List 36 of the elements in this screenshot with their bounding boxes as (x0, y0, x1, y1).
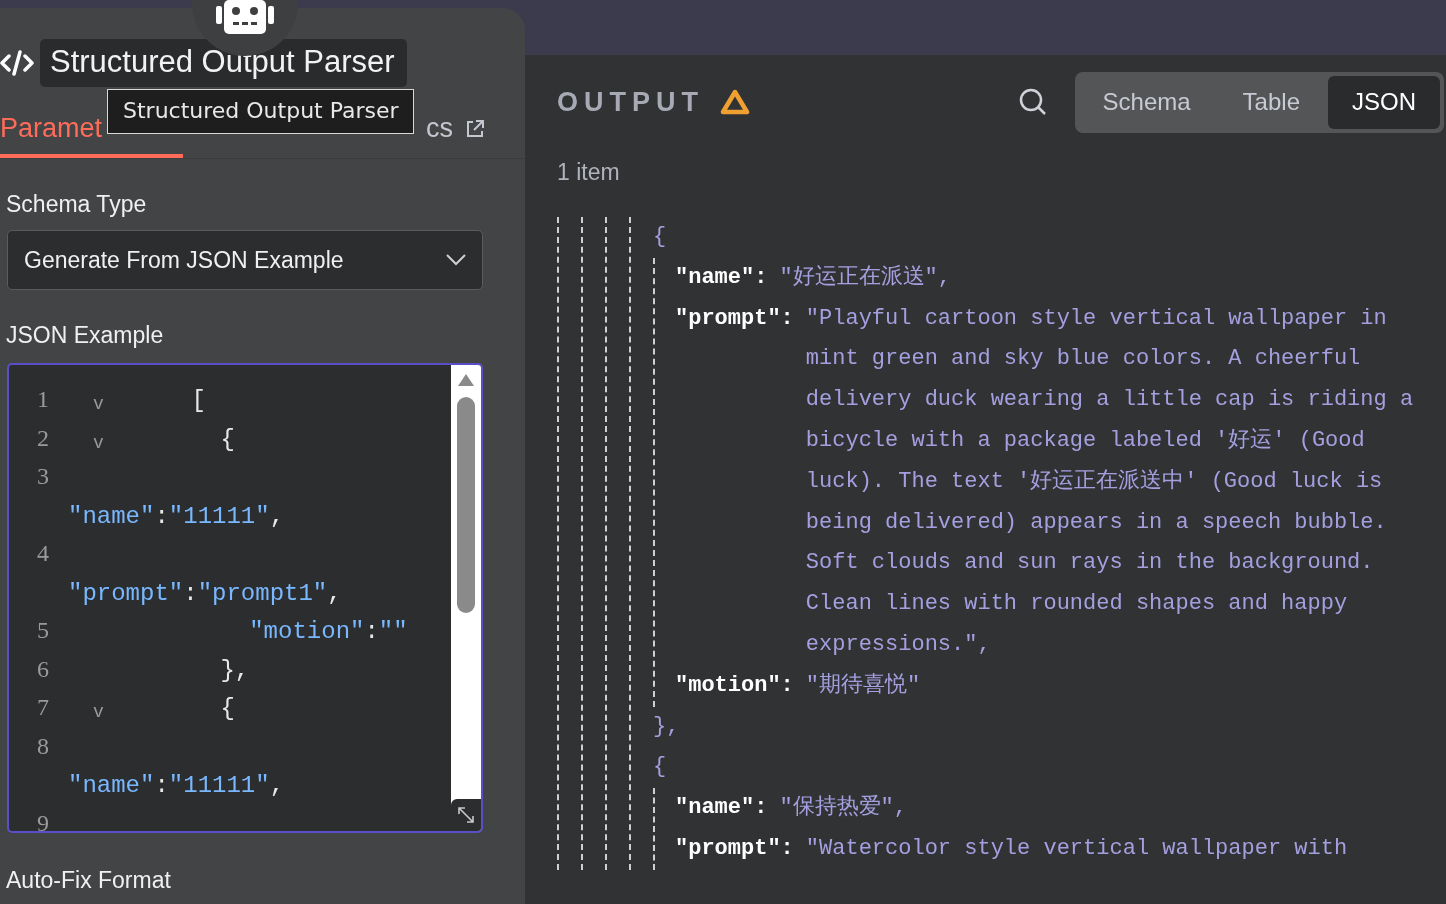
line-number: 3 (36, 462, 50, 491)
json-value: "保持热爱", (779, 794, 908, 823)
code-line: { (219, 424, 235, 455)
line-number: 7 (36, 693, 50, 722)
item-count: 1 item (557, 159, 621, 186)
code-line: }, (219, 655, 250, 686)
output-title: OUTPUT (557, 86, 704, 118)
json-value: "期待喜悦" (805, 671, 921, 700)
code-line: "prompt":"prompt1", (68, 578, 342, 609)
line-number: 5 (36, 616, 50, 645)
code-line: "name":"11111", (68, 501, 285, 532)
json-value: "Playful cartoon style vertical wallpaper in mint green and sky blue colors. A cheerful delivery duck wearing a little cap is riding a bicycle with a package labeled '好运' (Good luck). The text '好运正在派送中' (Good luck is being delivered) appears in a speech bubble. Soft clouds and sun rays in the background. Clean lines with rounded shapes and happy expressions.", (805, 304, 1414, 659)
line-number: 9 (36, 808, 50, 831)
field-label: Auto-Fix Format (5, 867, 172, 894)
line-number: 1 (36, 385, 50, 414)
json-key: "prompt": (675, 298, 794, 340)
code-line: "name":"11111", (68, 771, 285, 801)
json-key: "name": (675, 788, 768, 829)
json-key: "name": (675, 257, 768, 299)
line-number: 4 (36, 539, 50, 568)
json-brace: }, (653, 712, 680, 741)
json-value: "Watercolor style vertical wallpaper with (805, 834, 1348, 863)
json-value: "好运正在派送", (779, 263, 952, 292)
json-brace: { (653, 223, 667, 251)
tooltip: Structured Output Parser (107, 89, 414, 134)
json-key: "prompt": (675, 828, 794, 870)
code-line: "motion":"" (248, 617, 408, 647)
line-number: 8 (36, 731, 50, 761)
code-line: { (219, 694, 235, 724)
code-line: [ (190, 386, 206, 416)
line-number: 6 (36, 654, 50, 684)
field-label: JSON Example (5, 322, 165, 349)
line-number: 2 (36, 423, 50, 453)
json-brace: { (653, 753, 667, 782)
field-label: Schema Type (5, 191, 148, 218)
json-key: "motion": (675, 665, 794, 707)
